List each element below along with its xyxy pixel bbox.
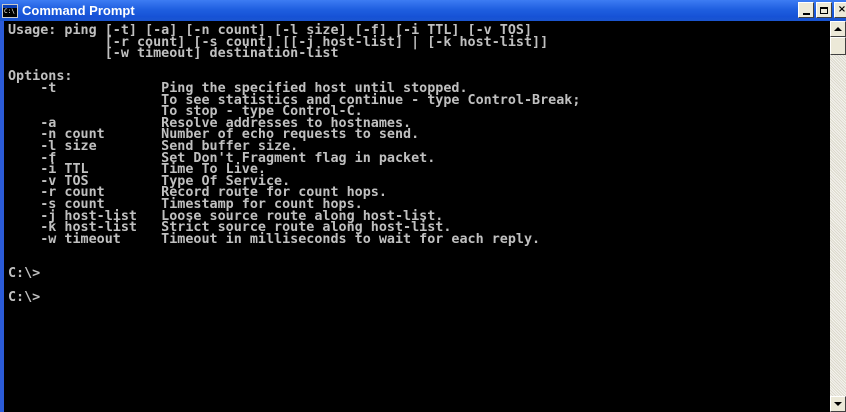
minimize-button[interactable]: [798, 2, 814, 18]
close-button[interactable]: ×: [834, 2, 846, 18]
maximize-icon: [820, 6, 828, 14]
window-title: Command Prompt: [22, 3, 135, 18]
maximize-button[interactable]: [816, 2, 832, 18]
close-icon: ×: [837, 4, 846, 15]
vertical-scrollbar[interactable]: [830, 21, 846, 412]
arrow-down-icon: [834, 402, 842, 406]
scroll-up-button[interactable]: [830, 21, 846, 37]
minimize-icon: [802, 12, 810, 15]
cmd-icon[interactable]: C:\: [2, 3, 18, 18]
scroll-thumb[interactable]: [830, 37, 846, 55]
window-controls: ×: [798, 2, 846, 18]
console-area[interactable]: Usage: ping [-t] [-a] [-n count] [-l siz…: [4, 21, 830, 412]
arrow-up-icon: [834, 27, 842, 31]
console-line: [-w timeout] destination-list: [8, 46, 339, 62]
title-bar[interactable]: C:\ Command Prompt ×: [0, 0, 846, 21]
command-prompt-window: C:\ Command Prompt × Usage: ping [-t] [-…: [0, 0, 846, 412]
console-line: -w timeout Timeout in milliseconds to wa…: [8, 231, 541, 247]
console-line: C:\>: [8, 289, 41, 305]
console-line: C:\>: [8, 266, 41, 282]
scroll-down-button[interactable]: [830, 396, 846, 412]
console-output: Usage: ping [-t] [-a] [-n count] [-l siz…: [4, 21, 830, 305]
